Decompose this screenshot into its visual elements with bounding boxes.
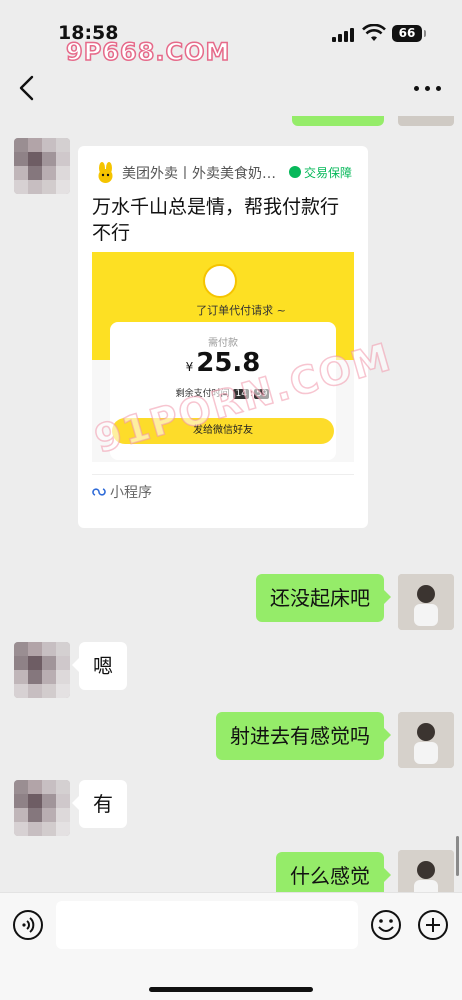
amount-value: ¥25.8	[110, 348, 336, 378]
card-header: 美团外卖丨外卖美食奶… 交易保障	[94, 162, 354, 184]
payment-panel: 需付款 ¥25.8 剩余支付时间 14:59 发给微信好友	[110, 322, 336, 460]
signal-icon	[332, 28, 354, 42]
battery-indicator: 66	[392, 25, 426, 42]
card-preview-image: 了订单代付请求 ~ 需付款 ¥25.8 剩余支付时间 14:59 发给微信好友	[92, 252, 354, 462]
chat-message-list[interactable]: 美团外卖丨外卖美食奶… 交易保障 万水千山总是情，帮我付款行不行 了订单代付请求…	[0, 116, 462, 892]
card-divider	[92, 474, 354, 475]
message-bubble-outgoing[interactable]: 什么感觉	[276, 852, 391, 892]
voice-icon[interactable]	[12, 909, 44, 941]
chat-scrollbar[interactable]	[456, 836, 459, 876]
chat-input-bar	[0, 892, 462, 1000]
mini-program-card[interactable]: 美团外卖丨外卖美食奶… 交易保障 万水千山总是情，帮我付款行不行 了订单代付请求…	[78, 146, 368, 528]
mini-program-label: 小程序	[110, 485, 152, 501]
home-indicator[interactable]	[149, 987, 313, 992]
avatar-self[interactable]	[398, 574, 454, 630]
avatar-self[interactable]	[398, 850, 454, 892]
avatar-contact[interactable]	[14, 642, 70, 698]
message-bubble-outgoing[interactable]: 还没起床吧	[256, 574, 391, 622]
meituan-logo-icon	[98, 162, 113, 183]
self-photo-icon	[398, 850, 454, 892]
chat-nav-bar	[0, 60, 462, 116]
message-bubble-outgoing[interactable]: 射进去有感觉吗	[216, 712, 391, 760]
amount-number: 25.8	[196, 348, 261, 378]
trade-guarantee-badge: 交易保障	[288, 164, 352, 181]
message-bubble-incoming[interactable]: 嗯	[72, 642, 127, 690]
mascot-avatar-icon	[203, 264, 237, 298]
mini-program-icon	[92, 488, 106, 496]
avatar-self[interactable]	[398, 712, 454, 768]
back-arrow-icon[interactable]	[14, 74, 42, 102]
card-source-name: 美团外卖丨外卖美食奶…	[122, 166, 276, 182]
send-to-friend-button[interactable]: 发给微信好友	[112, 418, 334, 444]
self-photo-icon	[398, 712, 454, 768]
currency-symbol: ¥	[185, 360, 194, 374]
payment-countdown: 剩余支付时间 14:59	[175, 389, 270, 399]
countdown-hours: 14	[233, 389, 249, 399]
avatar-self[interactable]	[398, 116, 454, 126]
card-footer: 小程序	[92, 482, 152, 502]
message-input[interactable]	[56, 901, 358, 949]
amount-label: 需付款	[208, 338, 238, 349]
guarantee-icon	[288, 166, 301, 178]
plus-icon[interactable]	[417, 909, 449, 941]
more-icon[interactable]	[412, 82, 444, 94]
avatar-contact[interactable]	[14, 138, 70, 194]
countdown-minutes: 59	[253, 389, 270, 399]
card-title: 万水千山总是情，帮我付款行不行	[92, 196, 340, 244]
message-bubble-outgoing-partial[interactable]	[292, 116, 384, 126]
message-bubble-incoming[interactable]: 有	[72, 780, 127, 828]
wifi-icon	[362, 24, 386, 41]
avatar-contact[interactable]	[14, 780, 70, 836]
self-photo-icon	[398, 574, 454, 630]
status-bar: 18:58 9P668.COM 66	[0, 0, 462, 67]
card-request-text: 了订单代付请求 ~	[196, 304, 286, 317]
countdown-label: 剩余支付时间	[175, 389, 230, 399]
guarantee-label: 交易保障	[303, 166, 352, 180]
emoji-icon[interactable]	[370, 909, 402, 941]
